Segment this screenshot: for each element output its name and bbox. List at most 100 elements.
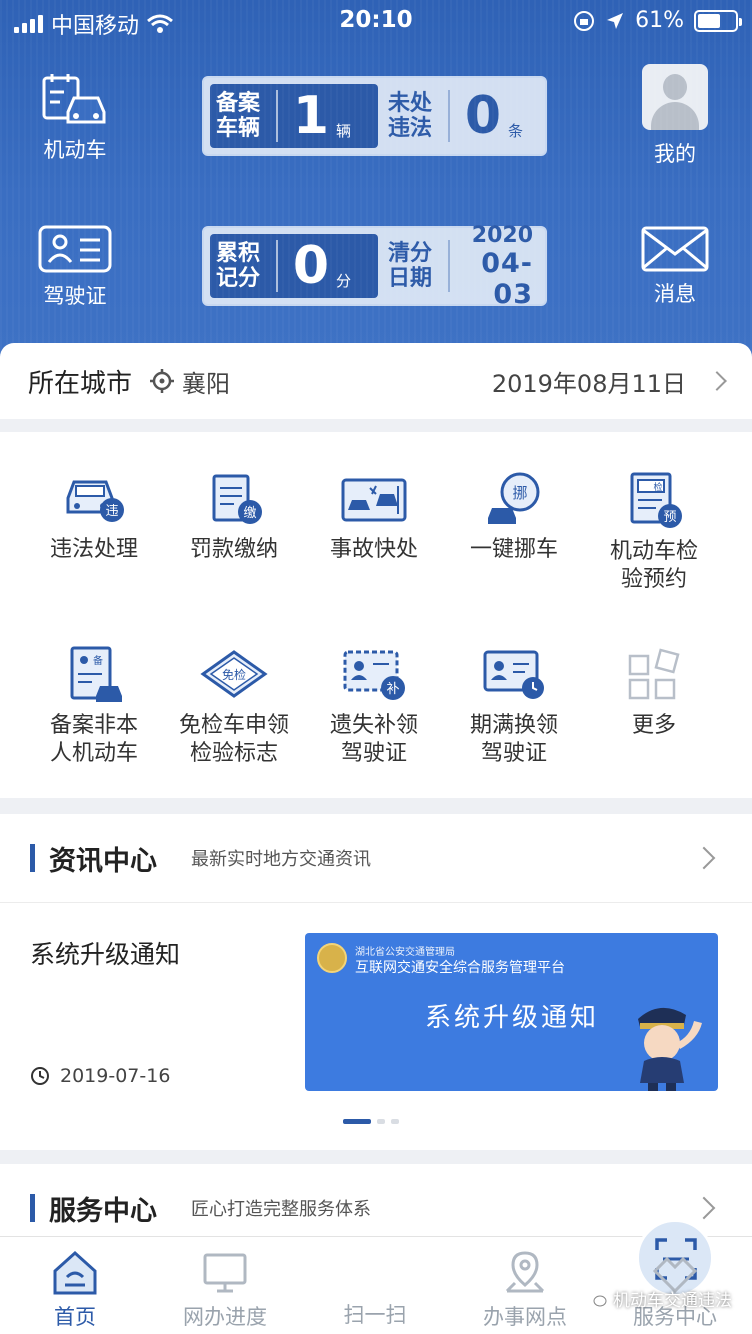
- bottom-tab-bar: 首页 网办进度 扫一扫 办事网点 服务中心: [0, 1219, 752, 1334]
- tab-scan[interactable]: 扫一扫: [300, 1219, 714, 1329]
- locate-icon: [150, 369, 175, 393]
- service-label-2: 驾驶证: [340, 741, 407, 766]
- tab-label: 办事网点: [483, 1305, 567, 1329]
- profile-button[interactable]: 我的: [620, 64, 730, 168]
- pending-violations-label: 未处违法: [388, 91, 433, 141]
- news-section-header[interactable]: 资讯中心 最新实时地方交通资讯: [0, 814, 752, 902]
- accumulated-points-unit: 分: [336, 271, 352, 290]
- section-accent-bar: [30, 844, 35, 872]
- accident-icon: [341, 478, 407, 522]
- icon-badge-reissue: 补: [386, 682, 399, 697]
- vehicle-label: 机动车: [43, 138, 107, 162]
- registered-vehicles-unit: 辆: [336, 121, 352, 140]
- service-label: 罚款缴纳: [189, 537, 278, 562]
- id-card-icon: [38, 225, 112, 273]
- chevron-right-icon: [692, 1196, 716, 1220]
- service-label: 一键挪车: [469, 537, 558, 562]
- monitor-icon: [203, 1253, 247, 1293]
- service-fine-payment[interactable]: 缴 罚款缴纳: [159, 472, 309, 564]
- service-label: 备案非本: [49, 713, 138, 738]
- rotation-lock-icon: [574, 10, 595, 31]
- service-section-subtitle: 匠心打造完整服务体系: [191, 1199, 371, 1220]
- accumulated-points-value: 0: [292, 236, 330, 296]
- carousel-dots[interactable]: [343, 1119, 399, 1124]
- news-item-date: 2019-07-16: [60, 1065, 171, 1087]
- clock-icon: [31, 1067, 49, 1085]
- banner-org: 湖北省公安交通管理局: [355, 947, 455, 958]
- news-banner-image[interactable]: 湖北省公安交通管理局 互联网交通安全综合服务管理平台 系统升级通知: [305, 933, 718, 1091]
- service-inspection-booking[interactable]: 检 预 机动车检 验预约: [579, 472, 729, 594]
- news-section-title: 资讯中心: [49, 845, 157, 877]
- move-car-icon: 挪: [488, 472, 540, 524]
- envelope-icon: [641, 226, 709, 272]
- license-button[interactable]: 驾驶证: [20, 224, 130, 310]
- tab-home[interactable]: 首页: [0, 1249, 150, 1331]
- license-reissue-icon: 补: [343, 650, 405, 700]
- service-label-2: 人机动车: [49, 741, 138, 766]
- home-icon: [53, 1250, 97, 1295]
- watermark: 机动车交通违法: [585, 1286, 732, 1311]
- service-label-2: 驾驶证: [480, 741, 547, 766]
- tab-label: 网办进度: [183, 1305, 267, 1329]
- battery-percent: 61%: [635, 8, 684, 33]
- icon-badge-exempt: 免检: [222, 667, 246, 682]
- service-more[interactable]: 更多: [579, 646, 729, 740]
- banner-headline: 系统升级通知: [425, 1003, 600, 1033]
- messages-label: 消息: [654, 282, 696, 306]
- car-violation-icon: 违: [66, 480, 124, 522]
- service-label-2: 检验标志: [189, 741, 278, 766]
- receipt-pay-icon: 缴: [212, 474, 262, 524]
- avatar: [642, 64, 708, 130]
- chevron-right-icon: [692, 846, 716, 870]
- service-accident-quick[interactable]: 事故快处: [299, 472, 449, 564]
- vehicle-button[interactable]: 机动车: [20, 72, 130, 164]
- current-date: 2019年08月11日: [491, 369, 686, 398]
- service-exempt-label[interactable]: 免检 免检车申领 检验标志: [159, 646, 309, 768]
- service-section-title: 服务中心: [49, 1195, 157, 1227]
- service-label: 机动车检: [609, 539, 698, 564]
- tab-label: 首页: [54, 1305, 96, 1329]
- service-label: 事故快处: [329, 537, 418, 562]
- location-arrow-icon: [607, 12, 624, 29]
- service-register-nonowner-vehicle[interactable]: 备 备案非本 人机动车: [19, 646, 169, 768]
- city-bar[interactable]: 所在城市 襄阳 2019年08月11日: [0, 343, 752, 419]
- icon-badge-move: 挪: [512, 484, 527, 502]
- messages-button[interactable]: 消息: [620, 226, 730, 308]
- exempt-badge-icon: 免检: [200, 650, 268, 698]
- pending-violations-count: 0: [464, 86, 502, 146]
- vehicle-summary-panel[interactable]: 备案车辆 1 辆 未处违法 0 条: [202, 76, 547, 156]
- service-label: 遗失补领: [329, 713, 418, 738]
- service-label: 更多: [631, 713, 676, 738]
- status-bar: 中国移动 20:10 61%: [0, 0, 752, 42]
- services-grid: 违 违法处理 缴 罚款缴纳 事故快处 挪 一键挪车 检 预 机动车检 验预约 备…: [0, 432, 752, 798]
- clear-date-month-day: 04-03: [481, 247, 533, 310]
- city-name: 襄阳: [182, 369, 231, 398]
- tab-label: 扫一扫: [343, 1303, 407, 1327]
- wechat-icon: [586, 1291, 607, 1306]
- city-selector[interactable]: 襄阳: [150, 364, 230, 399]
- service-reissue-license[interactable]: 补 遗失补领 驾驶证: [299, 646, 449, 768]
- icon-badge-violation: 违: [105, 504, 118, 519]
- icon-badge-book: 预: [663, 510, 676, 525]
- city-bar-label: 所在城市: [28, 368, 133, 399]
- tab-service-points[interactable]: 办事网点: [450, 1249, 600, 1331]
- banner-platform: 互联网交通安全综合服务管理平台: [355, 960, 565, 976]
- map-pin-icon: [505, 1251, 545, 1293]
- service-move-car[interactable]: 挪 一键挪车: [439, 472, 589, 564]
- service-label: 免检车申领: [178, 713, 289, 738]
- profile-label: 我的: [654, 142, 696, 166]
- accumulated-points-label: 累积记分: [216, 241, 261, 291]
- license-label: 驾驶证: [43, 284, 107, 308]
- service-renew-license[interactable]: 期满换领 驾驶证: [439, 646, 589, 768]
- tab-progress[interactable]: 网办进度: [150, 1249, 300, 1331]
- icon-badge-inspect: 检: [653, 481, 662, 493]
- license-summary-panel[interactable]: 累积记分 0 分 清分日期 2020 04-03: [202, 222, 547, 310]
- battery-icon: [694, 9, 742, 32]
- news-item-title: 系统升级通知: [30, 940, 181, 969]
- section-accent-bar: [30, 1194, 35, 1222]
- license-renew-icon: [483, 650, 544, 699]
- news-card[interactable]: 系统升级通知 2019-07-16 湖北省公安交通管理局 互联网交通安全综合服务…: [0, 902, 752, 1150]
- clear-date-year: 2020: [471, 222, 533, 248]
- news-item-date-row: 2019-07-16: [30, 1065, 170, 1087]
- service-violation-handling[interactable]: 违 违法处理: [19, 472, 169, 564]
